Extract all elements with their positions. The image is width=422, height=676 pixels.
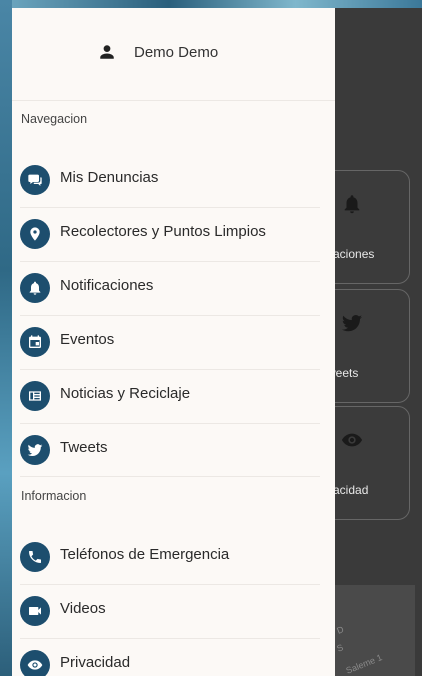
nav-item-label: Mis Denuncias	[60, 169, 159, 186]
bell-icon	[344, 195, 360, 214]
user-name: Demo Demo	[134, 44, 219, 61]
background-map: D S Saleme 1	[335, 585, 415, 676]
eye-icon	[341, 433, 363, 447]
nav-item-noticias[interactable]: Noticias y Reciclaje	[12, 366, 335, 420]
section-title-informacion: Informacion	[21, 489, 87, 503]
phone-icon	[20, 542, 50, 572]
person-icon	[100, 45, 114, 59]
location-pin-icon	[20, 219, 50, 249]
card-label: weets	[327, 366, 359, 380]
divider	[20, 476, 320, 477]
twitter-icon	[341, 315, 363, 332]
calendar-icon	[20, 327, 50, 357]
nav-item-eventos[interactable]: Eventos	[12, 312, 335, 366]
bell-icon	[20, 273, 50, 303]
background-image-strip-top	[0, 0, 422, 8]
map-label: Saleme 1	[344, 652, 384, 676]
map-label: S	[335, 642, 345, 654]
card-label: caciones	[327, 247, 375, 261]
video-camera-icon	[20, 596, 50, 626]
nav-item-label: Tweets	[60, 439, 108, 456]
nav-item-label: Privacidad	[60, 654, 131, 671]
drawer-header[interactable]: Demo Demo	[12, 8, 335, 101]
nav-item-label: Notificaciones	[60, 277, 154, 294]
nav-item-notificaciones[interactable]: Notificaciones	[12, 258, 335, 312]
section-title-navegacion: Navegacion	[21, 112, 88, 126]
nav-item-label: Teléfonos de Emergencia	[60, 546, 230, 563]
nav-item-label: Videos	[60, 600, 106, 617]
navigation-drawer: Demo Demo Navegacion Mis Denuncias Recol…	[12, 8, 335, 676]
nav-item-recolectores[interactable]: Recolectores y Puntos Limpios	[12, 204, 335, 258]
nav-item-mis-denuncias[interactable]: Mis Denuncias	[12, 150, 335, 204]
nav-item-tweets[interactable]: Tweets	[12, 420, 335, 474]
map-label: D	[335, 624, 346, 636]
eye-icon	[20, 650, 50, 676]
nav-item-telefonos-emergencia[interactable]: Teléfonos de Emergencia	[12, 527, 335, 581]
chat-icon	[20, 165, 50, 195]
nav-item-label: Noticias y Reciclaje	[60, 385, 191, 402]
newspaper-icon	[20, 381, 50, 411]
background-image-strip-left	[0, 0, 12, 676]
twitter-icon	[20, 435, 50, 465]
nav-item-label: Eventos	[60, 331, 115, 348]
nav-item-videos[interactable]: Videos	[12, 581, 335, 635]
nav-item-label: Recolectores y Puntos Limpios	[60, 223, 266, 240]
nav-item-privacidad[interactable]: Privacidad	[12, 635, 335, 676]
card-label: vacidad	[327, 483, 369, 497]
